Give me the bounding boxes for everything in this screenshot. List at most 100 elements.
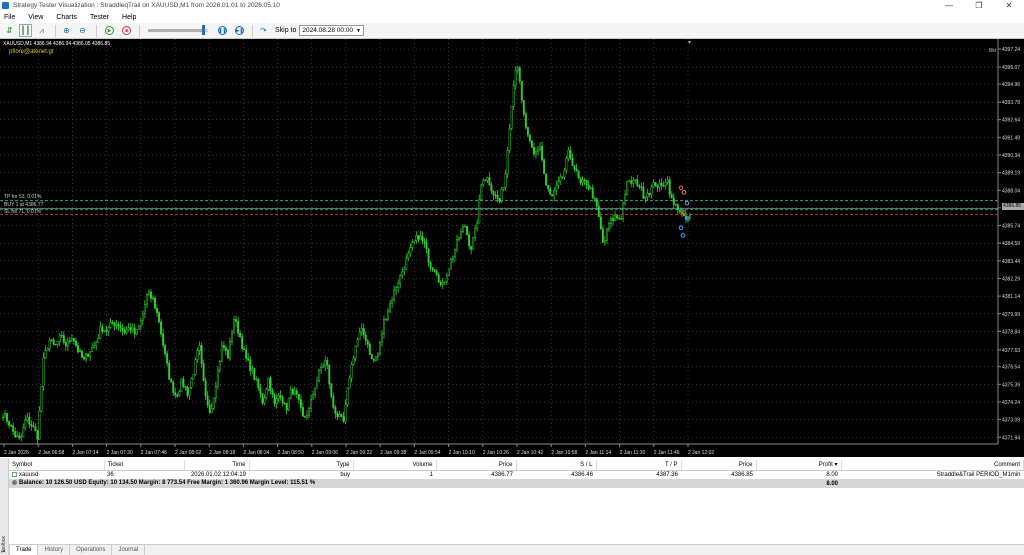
menu-view[interactable]: View [28,14,43,21]
menu-charts[interactable]: Charts [56,14,77,21]
candle-body [670,194,673,199]
candle-body [182,378,185,387]
candle-body [474,228,477,238]
candle-body [259,387,262,394]
x-tick-label: 2 Jan 07:14 [72,450,98,456]
balance-icon [12,480,17,486]
candle-body [105,329,108,332]
candle-body [462,226,464,232]
candle-body [508,128,511,151]
col-symbol[interactable]: Symbol [9,460,105,471]
price-chart[interactable]: 4397.24 4396.07 4394.96 4393.78 4392.64 4391.… [0,39,1024,457]
candle-body [95,342,98,346]
candle-body [54,343,57,346]
speed-slider-thumb[interactable] [202,25,206,35]
tab-trade[interactable]: Trade [9,545,39,555]
candle-body [537,149,539,152]
y-tick-label: 4382.29 [1002,276,1020,282]
candle-body [652,182,655,188]
pause-icon[interactable]: ❚❚ [218,26,227,35]
candle-body [26,416,29,421]
col-price[interactable]: Price [436,460,517,471]
candle-body [14,431,17,438]
chevron-down-icon[interactable]: ▼ [356,28,361,34]
col-profit[interactable]: Profit ▾ [756,460,842,471]
menu-help[interactable]: Help [122,14,136,21]
candle-body [437,274,440,283]
candle-body [229,341,231,359]
close-button[interactable]: ✕ [994,0,1024,11]
candle-body [413,240,416,243]
candle-body [421,235,424,241]
candle-body [263,397,266,404]
candle-body [310,398,312,409]
candle-body [186,387,189,396]
col-ticket[interactable]: Ticket [104,460,185,471]
cell-price: 4386.77 [491,471,513,478]
tab-operations[interactable]: Operations [70,545,113,555]
tab-history[interactable]: History [38,545,71,555]
x-tick-label: 2 Jan 2026 [4,450,29,456]
cell-tp[interactable]: 4387.36 [596,470,681,479]
maximize-button[interactable]: ❐ [964,0,994,11]
candle-body [583,179,586,182]
candle-body [561,176,564,178]
candle-body [512,85,515,107]
zoom-in-icon[interactable]: ⊕ [60,24,73,37]
candle-body [111,322,114,324]
candle-body [28,416,31,425]
table-row[interactable]: xauusd 36 2026.01.02 12:04:19 buy 1 4386… [9,470,1024,479]
menu-tester[interactable]: Tester [90,14,109,21]
col-time[interactable]: Time [184,460,250,471]
col-tp[interactable]: T / P [596,460,682,471]
col-comment[interactable]: Comment [841,460,1024,471]
candle-body [306,415,308,418]
cell-sl[interactable]: 4386.46 [516,470,596,479]
candle-body [443,281,446,283]
speed-slider[interactable] [148,25,208,35]
x-tick-label: 2 Jan 11:14 [585,450,611,456]
toolbox-side-tab[interactable]: ✕ Toolbox [0,458,9,555]
candle-body [320,367,323,371]
candle-body [226,350,229,359]
col-sl[interactable]: S / L [516,460,597,471]
stop-icon[interactable]: ■ [122,26,131,35]
buy-line-label: BUY 1 at 4386.77 [4,202,44,208]
candle-body [492,190,495,196]
step-forward-icon[interactable]: ▶❚ [235,26,244,35]
y-tick-label: 4397.24 [1002,47,1020,53]
candle-body [409,247,412,254]
candle-body [591,187,594,199]
col-type[interactable]: Type [249,460,354,471]
candle-body [101,326,104,332]
line-chart-icon[interactable]: ⩘ [35,24,48,37]
candle-body [160,321,163,335]
candle-body [510,106,513,129]
candle-body [488,177,491,186]
candle-body [176,394,179,397]
candle-body [338,414,341,418]
candle-body [397,283,400,288]
candle-body [389,303,392,312]
minimize-button[interactable]: — [934,0,964,11]
candle-body [184,385,187,388]
play-icon[interactable]: ▶ [105,26,114,35]
chart-shift-icon[interactable]: ⇵ [3,24,16,37]
col-volume[interactable]: Volume [353,460,437,471]
candle-body [332,396,335,408]
candle-body [441,282,444,285]
tab-journal[interactable]: Journal [112,545,146,555]
candlestick-icon[interactable]: ┃┃ [19,24,32,37]
candle-body [172,381,175,393]
candle-body [40,385,43,412]
candle-body [514,69,517,86]
candle-body [239,333,242,338]
candle-body [660,182,663,186]
candle-body [411,242,414,248]
title-bar: Strategy Tester Visualization : Straddle… [0,0,1024,11]
col-current-price[interactable]: Price [681,460,757,471]
candle-body [170,379,173,383]
zoom-out-icon[interactable]: ⊖ [76,24,89,37]
skip-to-input[interactable]: 2024.08.28 00:00 ▼ [299,25,364,36]
menu-file[interactable]: File [4,14,15,21]
